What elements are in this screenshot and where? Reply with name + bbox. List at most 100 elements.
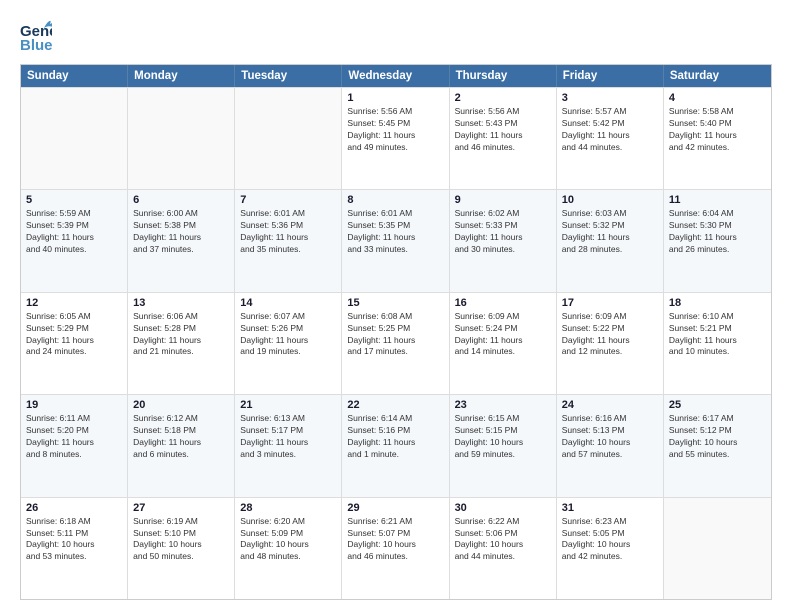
cal-cell-r2c1: 13 Sunrise: 6:06 AMSunset: 5:28 PMDayligh… [128,293,235,394]
cal-cell-r1c4: 9 Sunrise: 6:02 AMSunset: 5:33 PMDaylight… [450,190,557,291]
day-number: 11 [669,194,766,206]
cell-info: Sunrise: 6:15 AMSunset: 5:15 PMDaylight:… [455,413,551,461]
cell-info: Sunrise: 6:19 AMSunset: 5:10 PMDaylight:… [133,516,229,564]
calendar-row-2: 12Sunrise: 6:05 AMSunset: 5:29 PMDayligh… [21,292,771,394]
svg-text:Blue: Blue [20,37,52,54]
logo-icon: General Blue [20,18,52,54]
calendar-row-3: 19 Sunrise: 6:11 AMSunset: 5:20 PMDayligh… [21,394,771,496]
day-number: 22 [347,399,443,411]
day-number: 2 [455,92,551,104]
cal-cell-r1c5: 10Sunrise: 6:03 AMSunset: 5:32 PMDayligh… [557,190,664,291]
cell-info: Sunrise: 6:07 AMSunset: 5:26 PMDaylight:… [240,311,336,359]
day-header-friday: Friday [557,65,664,87]
cal-cell-r1c0: 5 Sunrise: 5:59 AMSunset: 5:39 PMDaylight… [21,190,128,291]
day-number: 24 [562,399,658,411]
day-header-monday: Monday [128,65,235,87]
day-number: 18 [669,297,766,309]
cell-info: Sunrise: 6:23 AMSunset: 5:05 PMDaylight:… [562,516,658,564]
cal-cell-r0c4: 2 Sunrise: 5:56 AMSunset: 5:43 PMDaylight… [450,88,557,189]
cal-cell-r3c5: 24Sunrise: 6:16 AMSunset: 5:13 PMDayligh… [557,395,664,496]
cell-info: Sunrise: 6:01 AMSunset: 5:35 PMDaylight:… [347,208,443,256]
day-number: 25 [669,399,766,411]
day-number: 14 [240,297,336,309]
cal-cell-r2c5: 17Sunrise: 6:09 AMSunset: 5:22 PMDayligh… [557,293,664,394]
cell-info: Sunrise: 6:21 AMSunset: 5:07 PMDaylight:… [347,516,443,564]
cal-cell-r0c3: 1 Sunrise: 5:56 AMSunset: 5:45 PMDaylight… [342,88,449,189]
day-number: 12 [26,297,122,309]
day-number: 5 [26,194,122,206]
cell-info: Sunrise: 6:00 AMSunset: 5:38 PMDaylight:… [133,208,229,256]
cal-cell-r3c2: 21 Sunrise: 6:13 AMSunset: 5:17 PMDayligh… [235,395,342,496]
cell-info: Sunrise: 6:02 AMSunset: 5:33 PMDaylight:… [455,208,551,256]
cell-info: Sunrise: 6:13 AMSunset: 5:17 PMDaylight:… [240,413,336,461]
day-number: 26 [26,502,122,514]
day-number: 10 [562,194,658,206]
day-header-thursday: Thursday [450,65,557,87]
cal-cell-r4c4: 30Sunrise: 6:22 AMSunset: 5:06 PMDayligh… [450,498,557,599]
calendar-row-1: 5 Sunrise: 5:59 AMSunset: 5:39 PMDaylight… [21,189,771,291]
cal-cell-r4c3: 29 Sunrise: 6:21 AMSunset: 5:07 PMDayligh… [342,498,449,599]
cal-cell-r4c6 [664,498,771,599]
cal-cell-r0c5: 3 Sunrise: 5:57 AMSunset: 5:42 PMDaylight… [557,88,664,189]
cell-info: Sunrise: 6:09 AMSunset: 5:24 PMDaylight:… [455,311,551,359]
cell-info: Sunrise: 5:56 AMSunset: 5:45 PMDaylight:… [347,106,443,154]
cell-info: Sunrise: 6:17 AMSunset: 5:12 PMDaylight:… [669,413,766,461]
cal-cell-r1c6: 11 Sunrise: 6:04 AMSunset: 5:30 PMDayligh… [664,190,771,291]
cal-cell-r3c0: 19 Sunrise: 6:11 AMSunset: 5:20 PMDayligh… [21,395,128,496]
cal-cell-r2c0: 12Sunrise: 6:05 AMSunset: 5:29 PMDayligh… [21,293,128,394]
day-number: 4 [669,92,766,104]
cell-info: Sunrise: 6:08 AMSunset: 5:25 PMDaylight:… [347,311,443,359]
cell-info: Sunrise: 6:12 AMSunset: 5:18 PMDaylight:… [133,413,229,461]
cal-cell-r1c3: 8 Sunrise: 6:01 AMSunset: 5:35 PMDaylight… [342,190,449,291]
day-number: 15 [347,297,443,309]
cell-info: Sunrise: 6:11 AMSunset: 5:20 PMDaylight:… [26,413,122,461]
cal-cell-r3c3: 22 Sunrise: 6:14 AMSunset: 5:16 PMDayligh… [342,395,449,496]
day-number: 31 [562,502,658,514]
day-number: 1 [347,92,443,104]
calendar-row-4: 26 Sunrise: 6:18 AMSunset: 5:11 PMDayligh… [21,497,771,599]
day-number: 13 [133,297,229,309]
cal-cell-r3c1: 20Sunrise: 6:12 AMSunset: 5:18 PMDayligh… [128,395,235,496]
cal-cell-r4c0: 26 Sunrise: 6:18 AMSunset: 5:11 PMDayligh… [21,498,128,599]
calendar-header: SundayMondayTuesdayWednesdayThursdayFrid… [21,65,771,87]
day-number: 16 [455,297,551,309]
cal-cell-r2c6: 18 Sunrise: 6:10 AMSunset: 5:21 PMDayligh… [664,293,771,394]
cal-cell-r0c2 [235,88,342,189]
cell-info: Sunrise: 5:58 AMSunset: 5:40 PMDaylight:… [669,106,766,154]
cell-info: Sunrise: 6:14 AMSunset: 5:16 PMDaylight:… [347,413,443,461]
cal-cell-r0c0 [21,88,128,189]
cell-info: Sunrise: 6:09 AMSunset: 5:22 PMDaylight:… [562,311,658,359]
cal-cell-r4c1: 27Sunrise: 6:19 AMSunset: 5:10 PMDayligh… [128,498,235,599]
cal-cell-r1c1: 6Sunrise: 6:00 AMSunset: 5:38 PMDaylight… [128,190,235,291]
day-number: 7 [240,194,336,206]
cal-cell-r2c3: 15 Sunrise: 6:08 AMSunset: 5:25 PMDayligh… [342,293,449,394]
cell-info: Sunrise: 6:22 AMSunset: 5:06 PMDaylight:… [455,516,551,564]
logo: General Blue [20,18,52,54]
day-number: 29 [347,502,443,514]
cell-info: Sunrise: 6:10 AMSunset: 5:21 PMDaylight:… [669,311,766,359]
cal-cell-r3c4: 23 Sunrise: 6:15 AMSunset: 5:15 PMDayligh… [450,395,557,496]
cal-cell-r2c4: 16 Sunrise: 6:09 AMSunset: 5:24 PMDayligh… [450,293,557,394]
calendar-row-0: 1 Sunrise: 5:56 AMSunset: 5:45 PMDaylight… [21,87,771,189]
header: General Blue [20,18,772,54]
cal-cell-r2c2: 14 Sunrise: 6:07 AMSunset: 5:26 PMDayligh… [235,293,342,394]
cell-info: Sunrise: 5:57 AMSunset: 5:42 PMDaylight:… [562,106,658,154]
day-number: 8 [347,194,443,206]
cell-info: Sunrise: 5:56 AMSunset: 5:43 PMDaylight:… [455,106,551,154]
calendar: SundayMondayTuesdayWednesdayThursdayFrid… [20,64,772,600]
cell-info: Sunrise: 6:18 AMSunset: 5:11 PMDaylight:… [26,516,122,564]
day-header-tuesday: Tuesday [235,65,342,87]
cell-info: Sunrise: 6:01 AMSunset: 5:36 PMDaylight:… [240,208,336,256]
cal-cell-r4c2: 28Sunrise: 6:20 AMSunset: 5:09 PMDayligh… [235,498,342,599]
cal-cell-r0c1 [128,88,235,189]
calendar-body: 1 Sunrise: 5:56 AMSunset: 5:45 PMDaylight… [21,87,771,599]
day-number: 21 [240,399,336,411]
day-number: 19 [26,399,122,411]
cell-info: Sunrise: 6:04 AMSunset: 5:30 PMDaylight:… [669,208,766,256]
day-number: 3 [562,92,658,104]
cell-info: Sunrise: 5:59 AMSunset: 5:39 PMDaylight:… [26,208,122,256]
day-number: 23 [455,399,551,411]
cal-cell-r1c2: 7 Sunrise: 6:01 AMSunset: 5:36 PMDaylight… [235,190,342,291]
day-number: 9 [455,194,551,206]
cell-info: Sunrise: 6:06 AMSunset: 5:28 PMDaylight:… [133,311,229,359]
